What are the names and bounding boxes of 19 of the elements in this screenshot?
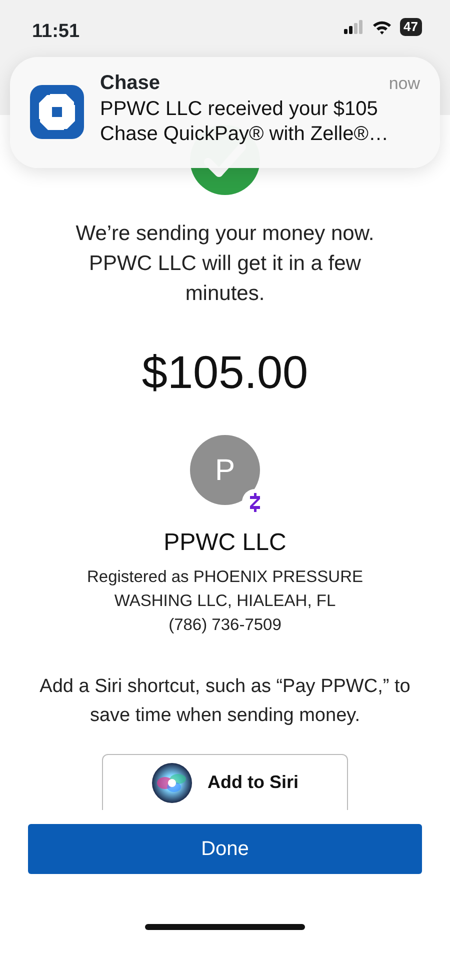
- recipient-name: PPWC LLC: [164, 528, 286, 558]
- phone-number: (786) 736-7509: [168, 615, 282, 636]
- status-time: 11:51: [32, 20, 80, 44]
- payment-amount: $105.00: [142, 349, 308, 395]
- done-button[interactable]: Done: [28, 824, 422, 874]
- notification-banner[interactable]: Chase now PPWC LLC received your $105 Chase QuickPay® with Zelle®…: [10, 57, 440, 168]
- recipient-avatar: P: [190, 435, 260, 505]
- siri-prompt: Add a Siri shortcut, such as “Pay PPWC,” to save time when sending money.: [38, 675, 412, 728]
- confirmation-message: We’re sending your money now. PPWC LLC will get it in a few minutes.: [74, 221, 376, 307]
- notification-message: PPWC LLC received your $105 Chase QuickPay® with Zelle®…: [100, 96, 390, 146]
- battery-indicator: 47: [400, 18, 422, 36]
- bank-logo-icon: [30, 85, 84, 139]
- siri-orb-icon: [152, 762, 192, 802]
- add-to-siri-button[interactable]: Add to Siri: [102, 754, 348, 810]
- signal-icon: [344, 20, 364, 34]
- registration-text: Registered as PHOENIX PRESSURE WASHING LLC, HIALEAH, FL: [86, 567, 364, 612]
- notification-time: now: [388, 73, 420, 95]
- wifi-icon: [372, 20, 392, 34]
- notification-app-name: Chase: [100, 71, 160, 95]
